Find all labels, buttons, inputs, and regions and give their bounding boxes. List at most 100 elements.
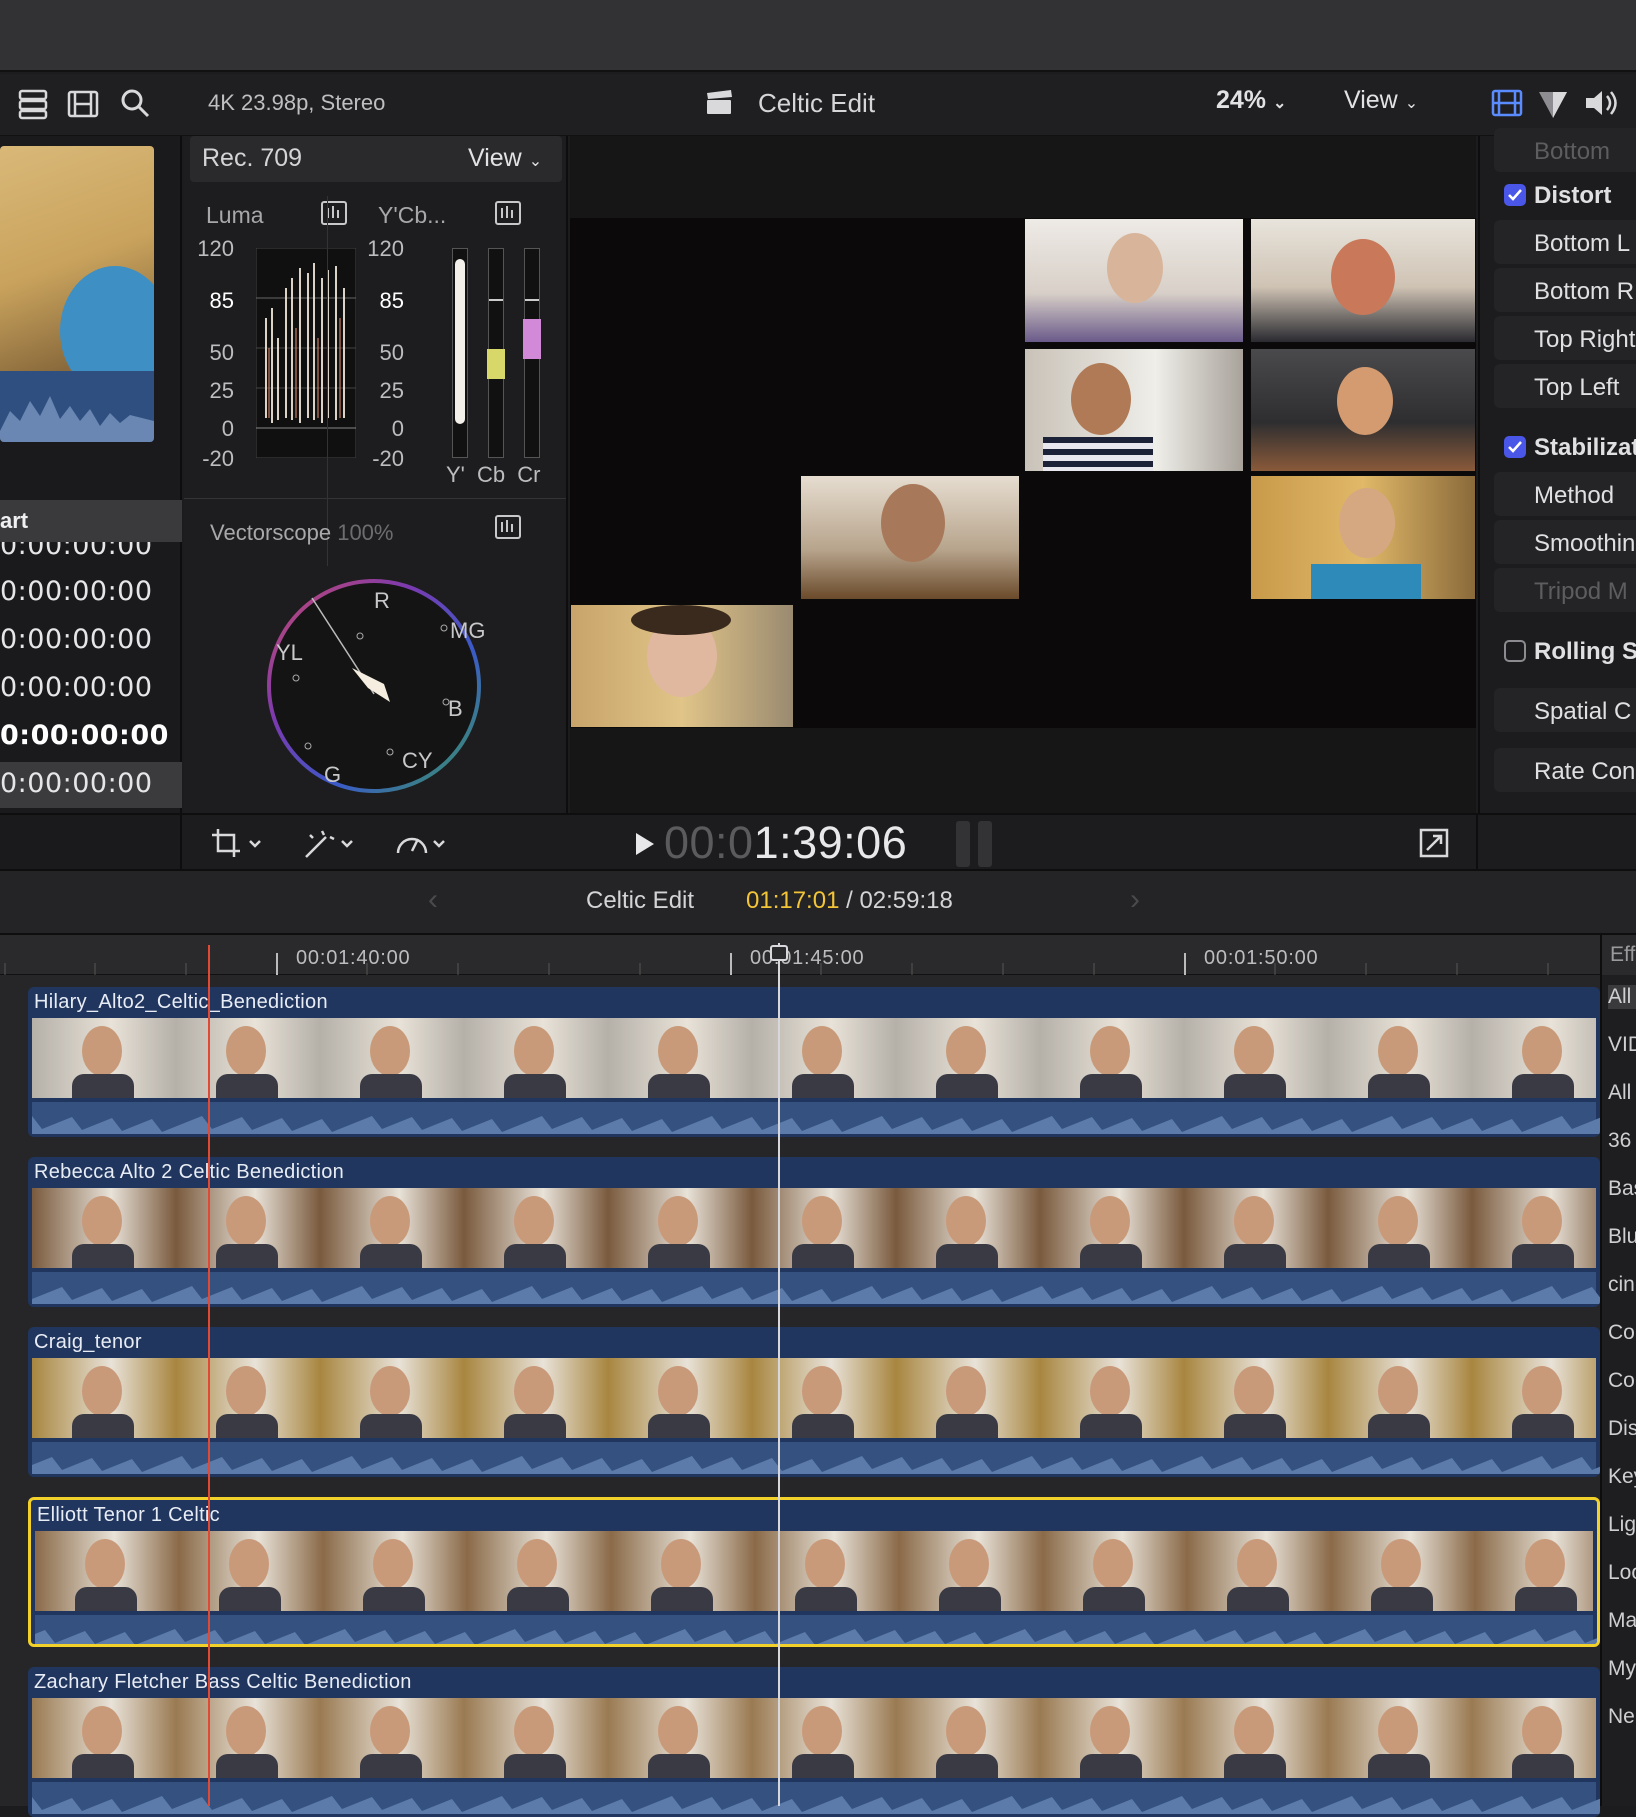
list-item-timecode[interactable]: 0:00:00:00 xyxy=(0,624,153,655)
history-forward-icon[interactable]: › xyxy=(1130,883,1140,917)
effects-category-item[interactable]: Ma xyxy=(1608,1609,1636,1633)
inspector-row[interactable]: Bottom xyxy=(1494,128,1636,172)
checkbox[interactable] xyxy=(1504,640,1526,662)
scopes-view-dropdown[interactable]: View ⌄ xyxy=(468,144,542,173)
scope-settings-icon[interactable] xyxy=(320,200,348,226)
inspector-row[interactable]: Rolling S xyxy=(1494,628,1636,672)
library-icon[interactable] xyxy=(16,88,50,120)
effects-category-item[interactable]: Dis xyxy=(1608,1417,1636,1441)
list-item-timecode[interactable]: 0:00:00:00 xyxy=(0,542,153,561)
effects-category-item[interactable]: My xyxy=(1608,1657,1636,1681)
inspector-row[interactable]: Stabilizat xyxy=(1494,424,1636,468)
list-item-timecode[interactable]: 0:00:00:00 xyxy=(0,672,153,703)
effects-category-item[interactable]: Co xyxy=(1608,1321,1635,1345)
playhead[interactable] xyxy=(778,943,780,1806)
inspector-row[interactable]: Method xyxy=(1494,472,1636,516)
clip-audio-waveform[interactable] xyxy=(35,1615,1597,1644)
inspector-row[interactable]: Rate Con xyxy=(1494,748,1636,792)
inspector-panel: Bottom Distort Bottom L Bottom R Top Right To… xyxy=(1478,128,1636,813)
filmstrip-icon[interactable] xyxy=(66,88,100,120)
timeline-clip[interactable]: Zachary Fletcher Bass Celtic Benediction xyxy=(28,1667,1600,1817)
clip-name: Hilary_Alto2_Celtic_Benediction xyxy=(34,991,328,1013)
fullscreen-icon[interactable] xyxy=(1418,827,1450,859)
effects-category-item[interactable]: VID xyxy=(1608,1033,1636,1057)
clip-audio-waveform[interactable] xyxy=(32,1442,1600,1474)
timeline-clip[interactable]: Hilary_Alto2_Celtic_Benediction xyxy=(28,987,1600,1137)
inspector-row-label: Tripod M xyxy=(1534,578,1628,605)
vector-target-label: YL xyxy=(276,640,303,665)
effects-category-item[interactable]: Lig xyxy=(1608,1513,1636,1537)
inspector-row-label: Bottom xyxy=(1534,138,1611,165)
vector-target-label: G xyxy=(324,762,342,787)
clip-audio-waveform[interactable] xyxy=(32,1782,1600,1814)
effects-category-item[interactable]: Bas xyxy=(1608,1177,1636,1201)
inspector-row-label: Bottom L xyxy=(1534,230,1631,257)
checkbox[interactable] xyxy=(1504,184,1526,206)
list-item-timecode[interactable]: 0:00:00:00 xyxy=(0,720,169,751)
zoom-dropdown[interactable]: 24% ⌄ xyxy=(1216,86,1286,115)
channel-labels: Y' Cb Cr xyxy=(446,462,541,487)
inspector-row[interactable]: Bottom L xyxy=(1494,220,1636,264)
effects-category-item[interactable]: Ne xyxy=(1608,1705,1635,1729)
view-dropdown[interactable]: View ⌄ xyxy=(1344,86,1418,115)
history-back-icon[interactable]: ‹ xyxy=(428,883,438,917)
inspector-row-label: Rate Con xyxy=(1534,758,1636,785)
inspector-row[interactable]: Top Left xyxy=(1494,364,1636,408)
scale-label: 25 xyxy=(379,378,404,403)
inspector-row[interactable]: Distort xyxy=(1494,172,1636,216)
effects-category-item[interactable]: All xyxy=(1608,985,1636,1009)
effects-category-item[interactable]: Co xyxy=(1608,1369,1635,1393)
inspector-row[interactable]: Smoothin xyxy=(1494,520,1636,564)
timeline-clip[interactable]: Rebecca Alto 2 Celtic Benediction xyxy=(28,1157,1600,1307)
search-icon[interactable] xyxy=(118,86,152,120)
effects-category-item[interactable]: Loo xyxy=(1608,1561,1636,1585)
video-canvas[interactable] xyxy=(570,218,1476,728)
crop-icon[interactable] xyxy=(210,827,270,861)
scope-settings-icon[interactable] xyxy=(494,200,522,226)
inspector-color-icon[interactable] xyxy=(1536,86,1570,120)
inspector-row[interactable]: Top Right xyxy=(1494,316,1636,360)
browser-column-header[interactable]: art xyxy=(0,500,182,542)
clip-name: Zachary Fletcher Bass Celtic Benediction xyxy=(34,1671,412,1693)
clip-audio-waveform[interactable] xyxy=(32,1272,1600,1304)
inspector-row[interactable]: Spatial C xyxy=(1494,688,1636,732)
scale-label: 50 xyxy=(379,340,404,365)
effects-category-item[interactable]: Blu xyxy=(1608,1225,1636,1249)
effects-category-item[interactable]: Key xyxy=(1608,1465,1636,1489)
list-item-timecode[interactable]: 0:00:00:00 xyxy=(0,768,153,799)
clapper-icon xyxy=(707,90,732,114)
window-title-bar xyxy=(0,0,1636,72)
list-item-timecode[interactable]: 0:00:00:00 xyxy=(0,576,153,607)
clip-filmstrip xyxy=(32,1018,1596,1098)
inspector-video-icon[interactable] xyxy=(1490,86,1524,120)
clip-thumbnail[interactable] xyxy=(0,146,154,442)
chevron-down-icon: ⌄ xyxy=(1273,95,1287,112)
clip-filmstrip xyxy=(32,1188,1596,1268)
effects-category-item[interactable]: 36 xyxy=(1608,1129,1631,1153)
play-icon[interactable] xyxy=(632,831,656,857)
thumbnail-waveform xyxy=(0,371,154,442)
effects-category-item[interactable]: cin xyxy=(1608,1273,1635,1297)
timeline-ruler[interactable]: 00:01:40:00 00:01:45:00 00:01:50:00 xyxy=(0,935,1600,975)
checkbox[interactable] xyxy=(1504,436,1526,458)
viewer-panel[interactable] xyxy=(570,136,1476,813)
timeline[interactable]: 00:01:40:00 00:01:45:00 00:01:50:00 Hila… xyxy=(0,935,1600,1817)
scope-settings-icon[interactable] xyxy=(494,514,522,540)
speed-icon[interactable] xyxy=(394,827,454,861)
inspector-row[interactable]: Tripod M xyxy=(1494,568,1636,612)
timeline-header: ‹ Celtic Edit 01:17:01 / 02:59:18 › xyxy=(0,871,1636,935)
inspector-row[interactable]: Bottom R xyxy=(1494,268,1636,312)
timeline-clip[interactable]: Elliott Tenor 1 Celtic xyxy=(28,1497,1600,1647)
clip-audio-waveform[interactable] xyxy=(32,1102,1600,1134)
video-tile xyxy=(1250,475,1476,600)
effects-category-item[interactable]: All xyxy=(1608,1081,1631,1105)
video-tile xyxy=(1024,218,1244,343)
playhead-handle[interactable] xyxy=(770,945,788,961)
inspector-audio-icon[interactable] xyxy=(1582,86,1622,120)
scale-label: 120 xyxy=(197,236,234,261)
scopes-header: Rec. 709 View ⌄ xyxy=(190,136,562,182)
ruler-label: 00:01:40:00 xyxy=(296,947,411,969)
magic-wand-icon[interactable] xyxy=(302,827,362,861)
timeline-clip[interactable]: Craig_tenor xyxy=(28,1327,1600,1477)
scale-label: -20 xyxy=(372,446,404,471)
